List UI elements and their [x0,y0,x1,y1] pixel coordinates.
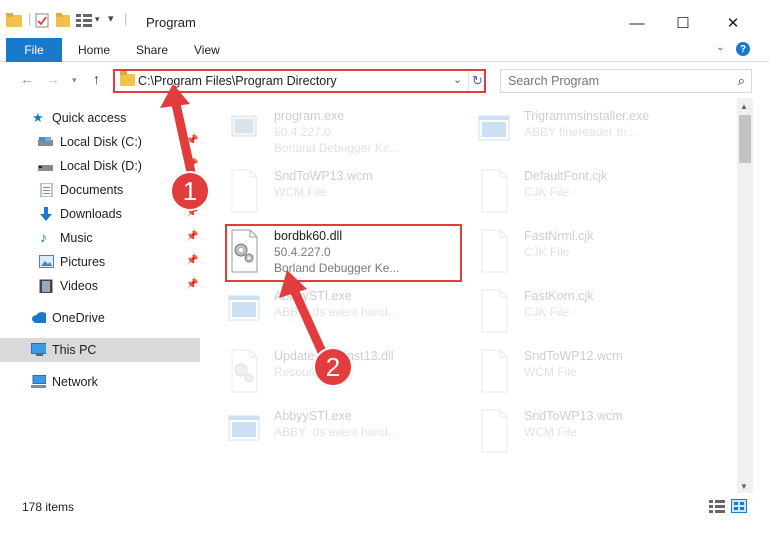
separator-icon: | [124,11,128,26]
file-icon [481,409,508,453]
app-window-icon [478,115,510,141]
dropdown-arrow-icon[interactable]: ▾ [95,14,100,25]
search-input[interactable] [508,74,728,88]
this-pc-icon [31,343,46,356]
file-list: program.exe 50.4.227.0 Borland Debugger … [202,98,737,490]
downloads-icon [40,207,52,221]
exe-icon [231,115,257,137]
highlight-box [225,224,462,282]
item-count: 178 items [22,500,75,514]
separator-icon: | [28,11,32,26]
drive-icon [38,137,53,146]
dll-gear-icon [231,349,258,393]
navigation-pane: ★ Quick access Local Disk (C:) 📌 Local D… [0,98,202,490]
sidebar-item-pictures[interactable]: Pictures 📌 [0,250,200,274]
file-icon [481,349,508,393]
large-icons-view-icon[interactable] [731,499,747,513]
tab-view[interactable]: View [194,43,220,57]
file-item[interactable]: SndToWP13.wcm WCM File [202,158,447,214]
music-icon: ♪ [40,229,47,245]
folder-icon [120,71,135,86]
folder-icon [6,13,22,27]
scroll-up-icon[interactable]: ▲ [740,102,748,111]
file-icon [481,169,508,213]
back-arrow-icon[interactable]: ← [20,71,34,87]
sidebar-item-downloads[interactable]: Downloads 📌 [0,202,200,226]
scroll-down-icon[interactable]: ▼ [740,482,748,491]
tab-share[interactable]: Share [136,43,168,57]
details-view-icon[interactable] [709,499,725,513]
tab-home[interactable]: Home [78,43,110,57]
file-item[interactable]: Trigrammsinstaller.exe ABBY finereader t… [452,98,697,154]
app-window-icon [228,295,260,321]
file-item[interactable]: program.exe 50.4.227.0 Borland Debugger … [202,98,447,155]
file-icon [481,289,508,333]
step-1-badge: 1 [170,171,210,211]
star-icon: ★ [32,110,44,125]
pin-icon[interactable]: 📌 [186,135,198,146]
up-arrow-icon[interactable]: ↑ [93,71,100,87]
file-item[interactable]: SndToWP12.wcm WCM File [452,338,697,394]
file-item[interactable]: SndToWP13.wcm WCM File [452,398,697,454]
sidebar-item-local-disk-d[interactable]: Local Disk (D:) 📌 [0,154,200,178]
sidebar-item-local-disk-c[interactable]: Local Disk (C:) 📌 [0,130,200,154]
forward-arrow-icon[interactable]: → [46,71,60,87]
minimize-button[interactable]: — [614,8,660,38]
step-2-badge: 2 [313,347,353,387]
sidebar-item-videos[interactable]: Videos 📌 [0,274,200,298]
maximize-button[interactable]: ☐ [660,8,706,38]
status-bar: 178 items [0,495,769,517]
view-options-icon[interactable] [76,13,92,27]
sidebar-item-this-pc[interactable]: This PC [0,338,200,362]
videos-icon [39,279,53,293]
network-icon [31,375,46,388]
ribbon-tabs: File Home Share View ⌄ ? [0,38,769,62]
pin-icon[interactable]: 📌 [186,279,198,290]
refresh-icon[interactable]: ↻ [468,71,486,91]
close-button[interactable]: ✕ [710,8,756,38]
file-item[interactable]: DefaultFont.cjk CJK File [452,158,697,214]
title-bar: | ▾ ▾ | Program — ☐ ✕ [0,0,769,38]
customize-toolbar-icon[interactable]: ▾ [108,12,114,25]
sidebar-item-quick-access[interactable]: ★ Quick access [0,106,200,130]
documents-icon [40,183,53,197]
chevron-down-icon[interactable]: ⌄ [716,42,724,53]
search-icon[interactable]: ⌕ [738,73,745,89]
recent-locations-icon[interactable]: ▾ [72,75,77,86]
sidebar-item-music[interactable]: ♪ Music 📌 [0,226,200,250]
properties-check-icon[interactable] [35,13,49,28]
vertical-scrollbar[interactable]: ▲ ▼ [737,98,753,493]
pictures-icon [39,255,54,268]
file-icon [481,229,508,273]
window-title: Program [146,15,196,30]
address-bar[interactable]: C:\Program Files\Program Directory ⌄ ↻ [113,69,486,93]
file-icon [231,169,258,213]
drive-icon [38,165,53,171]
pin-icon[interactable]: 📌 [186,231,198,242]
pin-icon[interactable]: 📌 [186,255,198,266]
navigation-bar: ← → ▾ ↑ C:\Program Files\Program Directo… [0,62,769,98]
file-item[interactable]: AbbyySTI.exe ABBY .ds event hand... [202,278,447,334]
new-folder-icon[interactable] [56,13,70,27]
file-item[interactable]: FastNrml.cjk CJK File [452,218,697,274]
scrollbar-thumb[interactable] [739,115,751,163]
sidebar-item-onedrive[interactable]: OneDrive [0,306,200,330]
file-item[interactable]: AbbyySTI.exe ABBY .ds event hand... [202,398,447,454]
chevron-down-icon[interactable]: ⌄ [453,73,462,86]
search-box[interactable]: ⌕ [500,69,752,93]
app-window-icon [228,415,260,441]
address-path[interactable]: C:\Program Files\Program Directory [138,74,337,88]
pin-icon[interactable]: 📌 [186,159,198,170]
tab-file[interactable]: File [6,38,62,62]
sidebar-item-network[interactable]: Network [0,370,200,394]
help-button[interactable]: ? [736,42,750,56]
file-item[interactable]: FastKorn.cjk CJK File [452,278,697,334]
onedrive-icon [32,312,46,323]
